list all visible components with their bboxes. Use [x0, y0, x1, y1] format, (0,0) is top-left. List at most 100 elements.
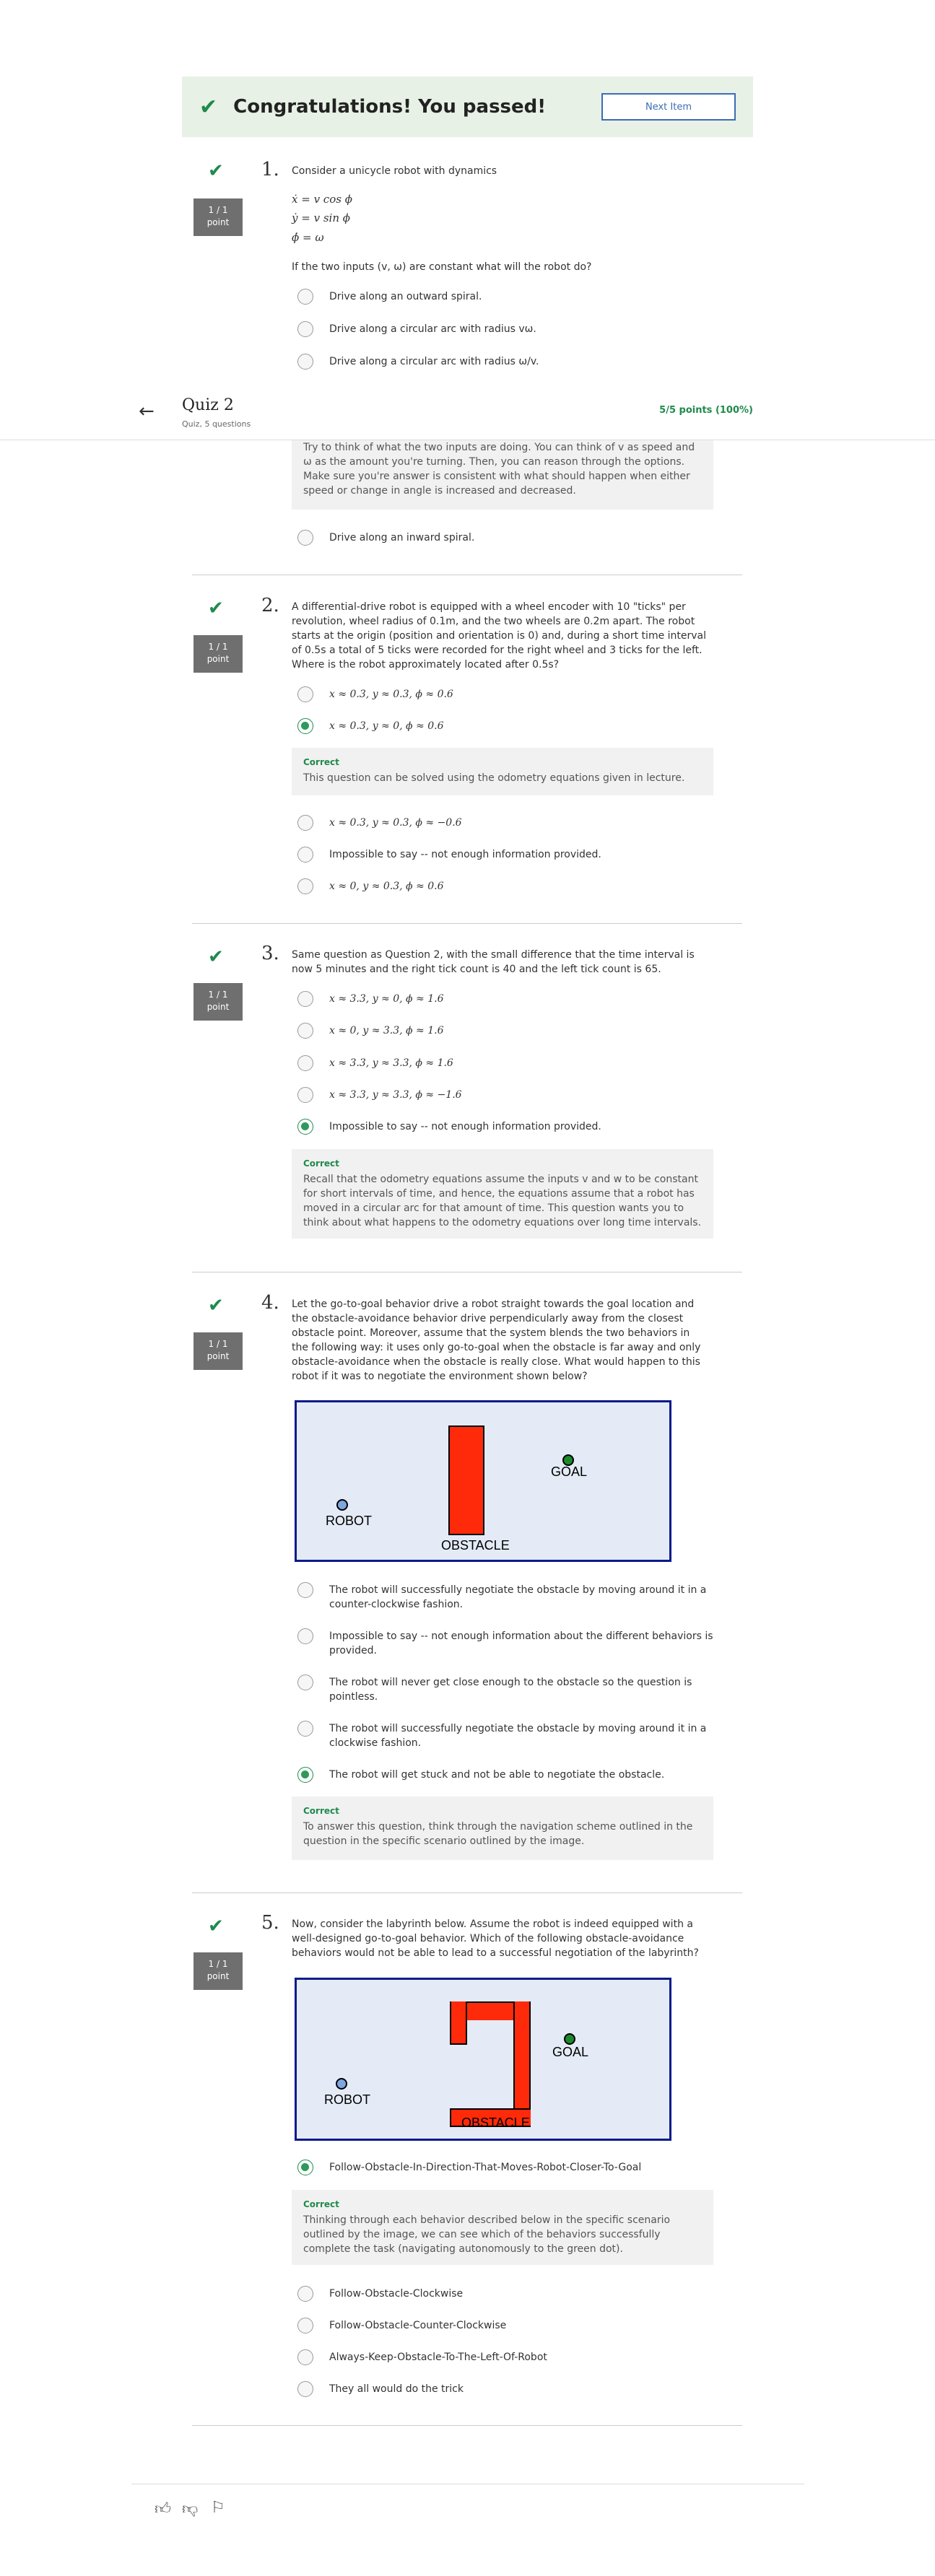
robot-marker	[336, 1499, 348, 1511]
radio-button[interactable]	[297, 289, 313, 305]
radio-button[interactable]	[297, 321, 313, 337]
radio-button[interactable]	[297, 2318, 313, 2333]
radio-button[interactable]	[297, 2381, 313, 2397]
radio-button[interactable]	[297, 530, 313, 546]
answer-option[interactable]: x ≈ 0.3, y ≈ 0.3, ϕ ≈ −0.6	[297, 815, 716, 831]
radio-button[interactable]	[297, 2286, 313, 2302]
question-number: 3.	[261, 943, 279, 964]
answer-option[interactable]: x ≈ 3.3, y ≈ 3.3, ϕ ≈ 1.6	[297, 1055, 716, 1072]
question-text: Now, consider the labyrinth below. Assum…	[292, 1918, 699, 1959]
answer-option[interactable]: Drive along a circular arc with radius ω…	[297, 354, 716, 370]
answer-option[interactable]: Impossible to say -- not enough informat…	[297, 1628, 716, 1658]
checkmark-icon: ✔	[199, 94, 218, 120]
question-number: 5.	[261, 1912, 279, 1934]
divider	[192, 1892, 742, 1893]
radio-button[interactable]	[297, 2349, 313, 2365]
radio-button-selected[interactable]	[297, 1119, 313, 1135]
radio-button[interactable]	[297, 1023, 313, 1039]
feedback-box: Correct Thinking through each behavior de…	[292, 2190, 713, 2265]
feedback-box: Correct This question can be solved using…	[292, 748, 713, 795]
quiz-title: Quiz 2	[182, 396, 234, 414]
question-text: Let the go-to-goal behavior drive a robo…	[292, 1298, 701, 1382]
divider	[192, 923, 742, 924]
points-badge: 1 / 1 point	[193, 635, 243, 673]
question-text: A differential-drive robot is equipped w…	[292, 601, 707, 671]
question-number: 4.	[261, 1292, 279, 1314]
answer-option[interactable]: The robot will successfully negotiate th…	[297, 1721, 716, 1750]
answer-option[interactable]: x ≈ 3.3, y ≈ 3.3, ϕ ≈ −1.6	[297, 1087, 716, 1104]
labyrinth-left-stub	[450, 2001, 467, 2045]
feedback-box: Correct To answer this question, think th…	[292, 1796, 713, 1860]
answer-option[interactable]: The robot will successfully negotiate th…	[297, 1582, 716, 1612]
radio-button[interactable]	[297, 354, 313, 370]
radio-button[interactable]	[297, 1055, 313, 1071]
points-badge: 1 / 1 point	[193, 198, 243, 236]
radio-button[interactable]	[297, 1582, 313, 1598]
answer-option[interactable]: Impossible to say -- not enough informat…	[297, 1119, 716, 1135]
obstacle-label: OBSTACLE	[441, 1538, 510, 1553]
correct-check-icon: ✔	[208, 1295, 224, 1317]
answer-option[interactable]: Follow-Obstacle-Clockwise	[297, 2286, 716, 2302]
radio-button[interactable]	[297, 815, 313, 831]
thumbs-down-icon[interactable]: 👎︎	[182, 2499, 198, 2518]
thumbs-up-icon[interactable]: 👍︎	[155, 2499, 171, 2518]
radio-button-selected[interactable]	[297, 718, 313, 734]
goal-label: GOAL	[552, 2045, 589, 2059]
feedback-box: Try to think of what the two inputs are …	[292, 436, 713, 510]
success-banner: ✔ Congratulations! You passed! Next Item	[182, 77, 753, 137]
radio-button[interactable]	[297, 1675, 313, 1690]
answer-option[interactable]: Drive along an inward spiral.	[297, 530, 716, 546]
equation-y: ẏ = v sin ϕ	[292, 211, 350, 224]
back-arrow-icon[interactable]: ←	[139, 401, 155, 422]
answer-option[interactable]: Drive along a circular arc with radius v…	[297, 321, 716, 338]
question-text: Consider a unicycle robot with dynamics	[292, 165, 497, 177]
next-item-button[interactable]: Next Item	[601, 93, 736, 121]
equation-phi: ϕ̇ = ω	[292, 231, 324, 244]
goal-marker	[564, 2033, 575, 2045]
quiz-subtitle: Quiz, 5 questions	[182, 419, 251, 429]
points-badge: 1 / 1 point	[193, 983, 243, 1021]
radio-button[interactable]	[297, 1087, 313, 1103]
banner-message: Congratulations! You passed!	[233, 96, 547, 118]
question-number: 2.	[261, 595, 279, 616]
correct-check-icon: ✔	[208, 160, 224, 182]
answer-option[interactable]: They all would do the trick	[297, 2381, 716, 2398]
robot-marker	[336, 2078, 347, 2090]
question-prompt: If the two inputs (v, ω) are constant wh…	[292, 261, 592, 273]
points-badge: 1 / 1 point	[193, 1952, 243, 1990]
question-text: Same question as Question 2, with the sm…	[292, 949, 695, 975]
flag-icon[interactable]: ⚐	[211, 2499, 225, 2517]
answer-option[interactable]: Always-Keep-Obstacle-To-The-Left-Of-Robo…	[297, 2349, 716, 2366]
answer-option[interactable]: Impossible to say -- not enough informat…	[297, 847, 716, 863]
radio-button[interactable]	[297, 847, 313, 863]
answer-option[interactable]: The robot will get stuck and not be able…	[297, 1767, 716, 1783]
labyrinth-diagram: ROBOT GOAL OBSTACLE	[295, 1978, 671, 2141]
answer-option[interactable]: x ≈ 0, y ≈ 3.3, ϕ ≈ 1.6	[297, 1023, 716, 1039]
obstacle-shape	[448, 1425, 484, 1535]
goal-label: GOAL	[551, 1464, 588, 1479]
environment-diagram: ROBOT GOAL OBSTACLE	[295, 1400, 671, 1562]
radio-button-selected[interactable]	[297, 1767, 313, 1783]
radio-button[interactable]	[297, 686, 313, 702]
question-number: 1.	[261, 159, 279, 180]
answer-option[interactable]: x ≈ 0.3, y ≈ 0.3, ϕ ≈ 0.6	[297, 686, 716, 703]
answer-option[interactable]: The robot will never get close enough to…	[297, 1675, 716, 1704]
correct-check-icon: ✔	[208, 946, 224, 968]
radio-button[interactable]	[297, 991, 313, 1007]
radio-button[interactable]	[297, 1628, 313, 1644]
answer-option[interactable]: x ≈ 3.3, y ≈ 0, ϕ ≈ 1.6	[297, 991, 716, 1008]
answer-option[interactable]: Drive along an outward spiral.	[297, 289, 716, 305]
obstacle-label: OBSTACLE	[461, 2116, 530, 2130]
answer-option[interactable]: Follow-Obstacle-Counter-Clockwise	[297, 2318, 716, 2334]
quiz-header-bar: ← Quiz 2 Quiz, 5 questions 5/5 points (1…	[0, 386, 935, 440]
radio-button-selected[interactable]	[297, 2160, 313, 2175]
answer-option[interactable]: Follow-Obstacle-In-Direction-That-Moves-…	[297, 2160, 716, 2176]
equation-x: ẋ = v cos ϕ	[292, 193, 352, 206]
robot-label: ROBOT	[324, 2092, 371, 2107]
answer-option[interactable]: x ≈ 0.3, y ≈ 0, ϕ ≈ 0.6	[297, 718, 716, 735]
divider	[192, 2425, 742, 2426]
radio-button[interactable]	[297, 878, 313, 894]
answer-option[interactable]: x ≈ 0, y ≈ 0.3, ϕ ≈ 0.6	[297, 878, 716, 895]
quiz-score: 5/5 points (100%)	[659, 405, 753, 416]
radio-button[interactable]	[297, 1721, 313, 1737]
